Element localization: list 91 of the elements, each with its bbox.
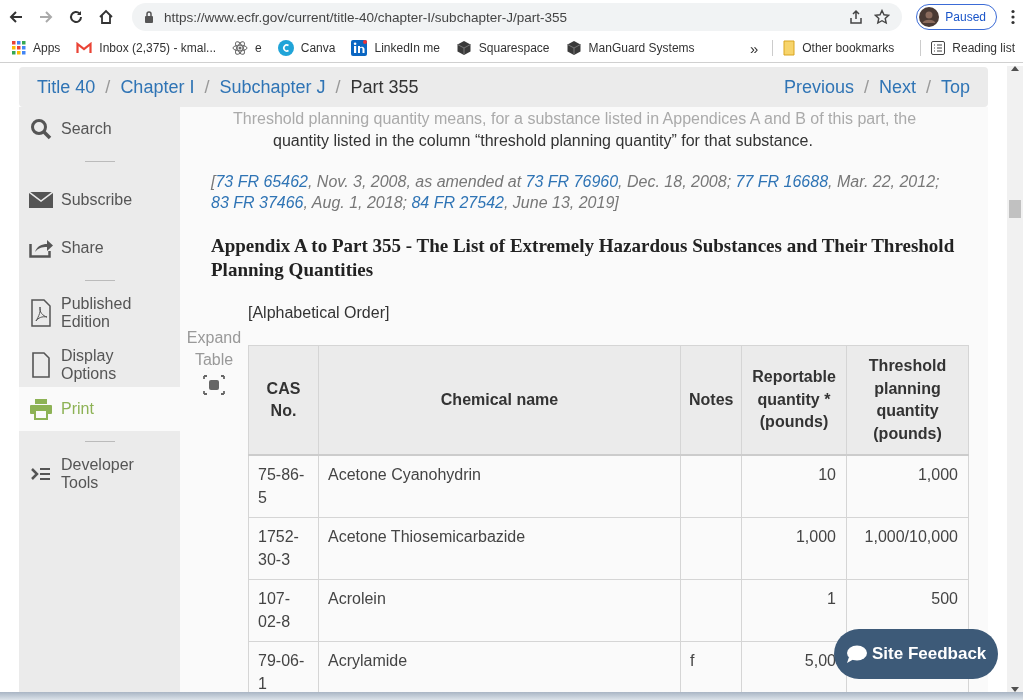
citation-link[interactable]: 73 FR 76960 <box>525 173 619 190</box>
column-header: CAS No. <box>248 345 319 455</box>
column-header: Notes <box>680 345 742 455</box>
table-cell: 1,000/10,000 <box>864 528 958 545</box>
grid-icon <box>12 41 26 55</box>
sidebar-item[interactable]: Share <box>19 226 180 270</box>
scroll-up-icon[interactable] <box>1011 66 1019 71</box>
nav-link[interactable]: Previous <box>783 76 854 98</box>
breadcrumb-current: Part 355 <box>350 76 419 98</box>
table-cell: 10 <box>818 466 836 483</box>
appendix-heading: Appendix A to Part 355 - The List of Extremely Hazardous Substances and Their Threshold Planning Quantities <box>211 234 956 282</box>
table-cell: 1,000 <box>795 528 836 545</box>
site-feedback-button[interactable]: Site Feedback <box>834 629 999 679</box>
citation-link[interactable]: 84 FR 27542 <box>411 194 504 211</box>
citation: [73 FR 65462, Nov. 3, 2008, as amended at 73 FR 76960, Dec. 18, 2008; 77 FR 16688, Mar. 22, 2012; 83 FR 37466, Aug. 1, 2018; 84 FR 27542, June 13, 2019] <box>211 172 941 213</box>
sidebar-item[interactable]: Subscribe <box>19 178 180 222</box>
cube-icon <box>565 40 582 56</box>
cube-icon <box>455 40 472 56</box>
bookmark[interactable]: ManGuard Systems <box>565 40 695 56</box>
breadcrumb-separator: / <box>204 76 210 98</box>
sidebar-item[interactable]: Published Edition <box>19 291 180 335</box>
breadcrumb-separator: / <box>925 76 931 98</box>
breadcrumb-separator: / <box>105 76 111 98</box>
atom-icon <box>232 40 249 56</box>
table-cell: 500 <box>931 590 958 607</box>
home-icon[interactable] <box>98 9 114 25</box>
table-cell: Acetone Thiosemicarbazide <box>328 528 526 545</box>
table-cell: 1,000 <box>917 466 958 483</box>
reload-icon[interactable] <box>68 9 84 25</box>
list-icon <box>931 41 946 55</box>
bookmark[interactable]: e <box>232 40 262 56</box>
table-cell: 1 <box>827 590 836 607</box>
table-cell: f <box>690 652 695 669</box>
table-cell: 1752-30-3 <box>258 528 299 568</box>
table-cell: Acrylamide <box>328 652 408 669</box>
breadcrumb-link[interactable]: Title 40 <box>37 76 96 98</box>
envelope-icon <box>29 192 53 208</box>
address-bar[interactable]: https://www.ecfr.gov/current/title-40/chapter-I/subchapter-J/part-355 <box>132 3 903 31</box>
document-icon <box>31 299 51 327</box>
lock-icon <box>144 11 154 23</box>
bookmark[interactable]: Inbox (2,375) - kmal... <box>76 41 217 55</box>
square-logo-icon <box>351 40 368 56</box>
page-icon <box>32 352 50 378</box>
definition-text: quantity listed in the column “threshold planning quantity” for that substance. <box>273 131 814 151</box>
breadcrumb-separator: / <box>863 76 869 98</box>
mail-icon <box>76 42 93 54</box>
bookmark[interactable]: LinkedIn me <box>351 40 440 56</box>
column-header: Threshold planning quantity (pounds) <box>846 345 969 455</box>
faded-paragraph-line: Threshold planning quantity means, for a substance listed in Appendices A and B of this part, the <box>233 109 918 129</box>
expand-table-label: Expand Table <box>186 328 242 370</box>
citation-link[interactable]: 77 FR 16688 <box>735 173 829 190</box>
bookmark[interactable]: Squarespace <box>455 40 550 56</box>
breadcrumb-separator: / <box>335 76 341 98</box>
scrollbar-thumb[interactable] <box>1009 200 1021 218</box>
circle-logo-icon <box>277 40 294 56</box>
table-cell: 107-02-8 <box>258 590 291 630</box>
share-icon <box>29 238 53 258</box>
share-icon[interactable] <box>848 9 865 25</box>
avatar-icon <box>919 7 940 27</box>
back-icon[interactable] <box>8 9 24 25</box>
expand-icon[interactable] <box>203 375 225 395</box>
bookmark[interactable]: Canva <box>277 40 336 56</box>
table-cell: Acetone Cyanohydrin <box>328 466 481 483</box>
table-cell: 79-06-1 <box>258 652 305 692</box>
sidebar-item[interactable]: Developer Tools <box>19 452 180 496</box>
sidebar-item[interactable]: Search <box>19 107 180 151</box>
bookmark-folder[interactable]: Other bookmarks <box>783 40 895 56</box>
nav-link[interactable]: Next <box>878 76 916 98</box>
reading-list-button[interactable]: Reading list <box>931 41 1015 55</box>
column-header: Chemical name <box>318 345 681 455</box>
search-icon <box>30 118 52 140</box>
menu-icon[interactable] <box>1011 9 1015 25</box>
folder-icon <box>783 40 796 56</box>
breadcrumb-link[interactable]: Subchapter J <box>219 76 326 98</box>
order-note: [Alphabetical Order] <box>248 303 391 323</box>
chevron-list-icon <box>31 467 51 481</box>
star-icon[interactable] <box>874 9 891 25</box>
bookmarks-overflow-button[interactable]: » <box>749 39 759 57</box>
citation-link[interactable]: 83 FR 37466 <box>211 194 304 211</box>
speech-bubble-icon <box>846 645 868 663</box>
scrollbar[interactable] <box>1007 66 1023 692</box>
table-cell: Acrolein <box>328 590 386 607</box>
printer-icon <box>30 398 52 420</box>
breadcrumb-link[interactable]: Chapter I <box>120 76 195 98</box>
nav-link[interactable]: Top <box>940 76 970 98</box>
bookmark[interactable]: Apps <box>12 41 61 55</box>
citation-link[interactable]: 73 FR 65462 <box>215 173 308 190</box>
sidebar-item[interactable]: Display Options <box>19 343 180 387</box>
table-cell: 5,00 <box>804 652 836 669</box>
column-header: Reportable quantity * (pounds) <box>741 345 847 455</box>
table-cell: 75-86-5 <box>258 466 305 506</box>
